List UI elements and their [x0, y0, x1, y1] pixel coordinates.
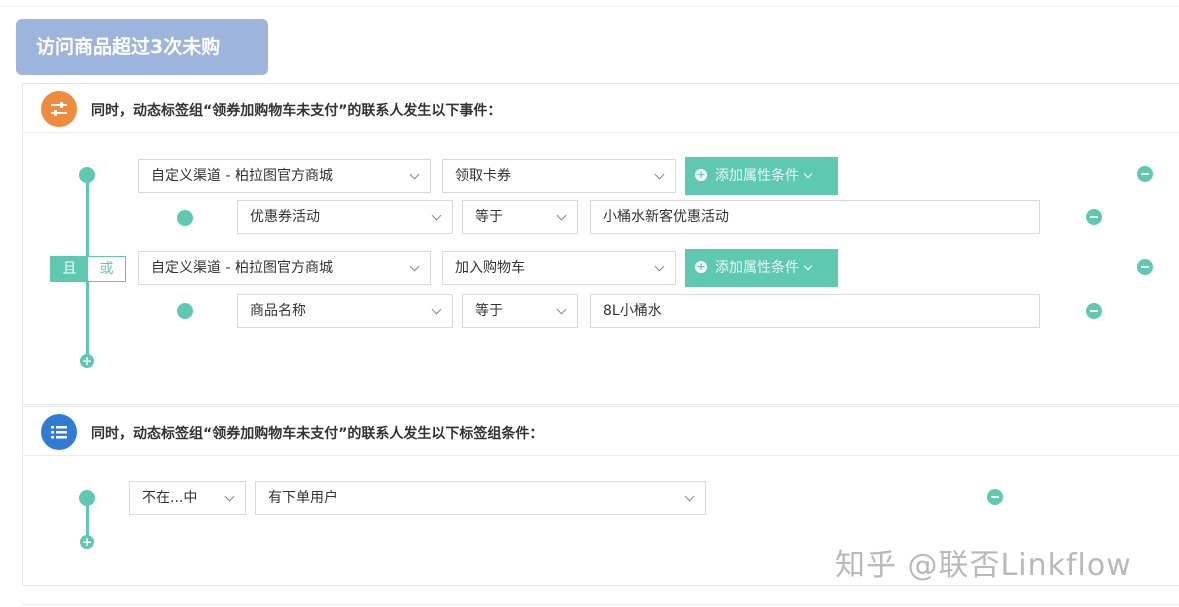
event-conditions-panel: 同时，动态标签组“领券加购物车未支付”的联系人发生以下事件： [22, 83, 1179, 405]
event2-operator-select[interactable]: 等于 [462, 294, 578, 328]
chevron-down-icon [224, 491, 235, 502]
top-divider [0, 6, 1179, 7]
event1-value-input[interactable]: 小桶水新客优惠活动 [590, 200, 1040, 234]
remove-event1-button[interactable] [1137, 166, 1153, 182]
or-toggle-option[interactable]: 或 [88, 257, 125, 281]
tree-node [79, 167, 95, 183]
event2-event-value: 加入购物车 [455, 260, 525, 276]
tag-panel-header: 同时，动态标签组“领券加购物车未支付”的联系人发生以下标签组条件： [23, 407, 1179, 456]
event1-operator-value: 等于 [475, 209, 503, 225]
event1-value-text: 小桶水新客优惠活动 [603, 209, 729, 225]
plus-circle-icon: + [695, 168, 707, 181]
remove-condition2-button[interactable] [1086, 303, 1102, 319]
chevron-down-icon [431, 210, 442, 221]
event2-value-input[interactable]: 8L小桶水 [590, 294, 1040, 328]
event2-property-select[interactable]: 商品名称 [237, 294, 453, 328]
event-panel-header: 同时，动态标签组“领券加购物车未支付”的联系人发生以下事件： [23, 84, 1179, 133]
add-event-button[interactable]: + [80, 354, 94, 368]
add-tag-condition-button[interactable]: + [80, 535, 94, 549]
event2-property-value: 商品名称 [250, 303, 306, 319]
event1-channel-select[interactable]: 自定义渠道 - 柏拉图官方商城 [138, 159, 431, 193]
event2-channel-select[interactable]: 自定义渠道 - 柏拉图官方商城 [138, 251, 431, 285]
plus-circle-icon: + [695, 260, 707, 273]
watermark: 知乎 @联否Linkflow [835, 548, 1132, 583]
chevron-down-icon [803, 261, 813, 271]
add-condition-label: 添加属性条件 [715, 260, 799, 276]
page-title: 访问商品超过3次未购 [16, 19, 268, 75]
event1-channel-value: 自定义渠道 - 柏拉图官方商城 [151, 168, 333, 184]
tag-select[interactable]: 有下单用户 [255, 481, 706, 515]
condition-node [177, 303, 193, 319]
remove-event2-button[interactable] [1137, 259, 1153, 275]
event2-operator-value: 等于 [475, 303, 503, 319]
event-section-description: 同时，动态标签组“领券加购物车未支付”的联系人发生以下事件： [91, 103, 502, 119]
event1-add-condition-button[interactable]: + 添加属性条件 [685, 157, 838, 195]
event2-add-condition-button[interactable]: + 添加属性条件 [685, 249, 838, 287]
logic-toggle[interactable]: 且 或 [50, 256, 126, 282]
chevron-down-icon [803, 169, 813, 179]
chevron-down-icon [684, 491, 695, 502]
tag-value: 有下单用户 [268, 490, 338, 506]
chevron-down-icon [431, 304, 442, 315]
add-condition-label: 添加属性条件 [715, 168, 799, 184]
event2-channel-value: 自定义渠道 - 柏拉图官方商城 [151, 260, 333, 276]
list-icon [41, 414, 77, 450]
tag-tree-node [79, 490, 95, 506]
event1-event-select[interactable]: 领取卡券 [442, 159, 676, 193]
condition-node [177, 210, 193, 226]
event1-event-value: 领取卡券 [455, 168, 511, 184]
chevron-down-icon [654, 261, 665, 272]
remove-tag-condition-button[interactable] [987, 489, 1003, 505]
bottom-divider [22, 604, 1179, 605]
sliders-icon [41, 91, 77, 127]
chevron-down-icon [654, 169, 665, 180]
chevron-down-icon [556, 210, 567, 221]
and-toggle-option[interactable]: 且 [51, 257, 88, 281]
tag-section-description: 同时，动态标签组“领券加购物车未支付”的联系人发生以下标签组条件： [91, 426, 544, 442]
tag-operator-select[interactable]: 不在...中 [129, 481, 246, 515]
event1-operator-select[interactable]: 等于 [462, 200, 578, 234]
event1-property-select[interactable]: 优惠券活动 [237, 200, 453, 234]
chevron-down-icon [409, 261, 420, 272]
chevron-down-icon [409, 169, 420, 180]
event1-property-value: 优惠券活动 [250, 209, 320, 225]
tag-operator-value: 不在...中 [142, 490, 198, 506]
event2-value-text: 8L小桶水 [603, 303, 662, 319]
chevron-down-icon [556, 304, 567, 315]
event2-event-select[interactable]: 加入购物车 [442, 251, 676, 285]
remove-condition1-button[interactable] [1086, 209, 1102, 225]
